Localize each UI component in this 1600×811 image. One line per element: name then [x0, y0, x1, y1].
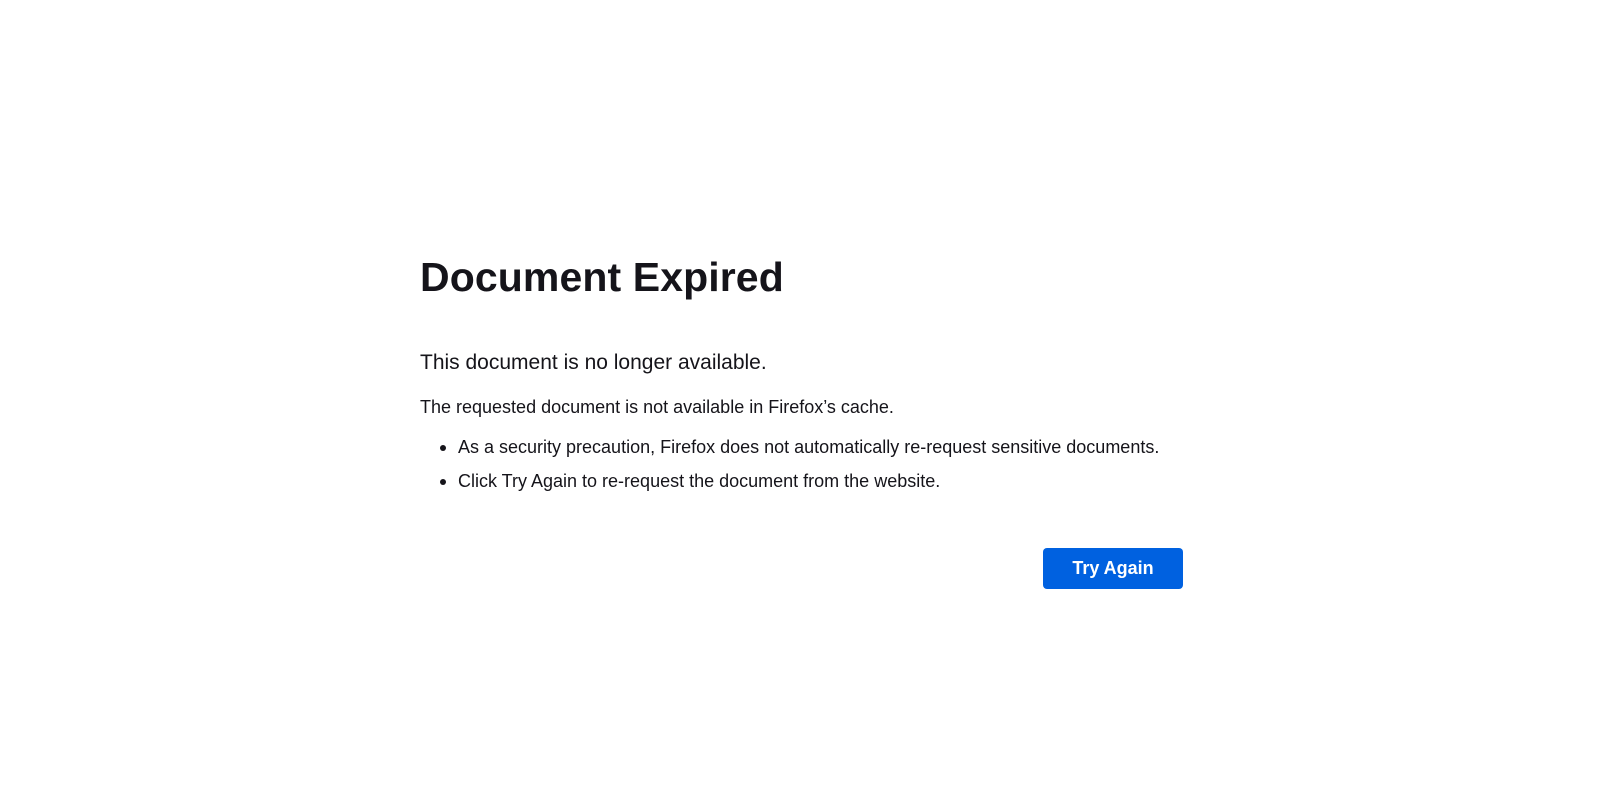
error-container: Document Expired This document is no lon…: [420, 250, 1185, 502]
try-again-button[interactable]: Try Again: [1043, 548, 1183, 589]
bullet-icon: [440, 445, 446, 451]
reasons-list: As a security precaution, Firefox does n…: [420, 434, 1185, 494]
reason-text: Click Try Again to re-request the docume…: [458, 471, 941, 491]
list-item: As a security precaution, Firefox does n…: [440, 434, 1185, 460]
button-row: Try Again: [1043, 548, 1183, 589]
error-page: Document Expired This document is no lon…: [0, 0, 1600, 811]
long-description: The requested document is not available …: [420, 397, 894, 417]
list-item: Click Try Again to re-request the docume…: [440, 468, 1185, 494]
bullet-icon: [440, 479, 446, 485]
reason-text: As a security precaution, Firefox does n…: [458, 437, 1160, 457]
short-description: This document is no longer available.: [420, 351, 767, 374]
page-title: Document Expired: [420, 254, 784, 300]
